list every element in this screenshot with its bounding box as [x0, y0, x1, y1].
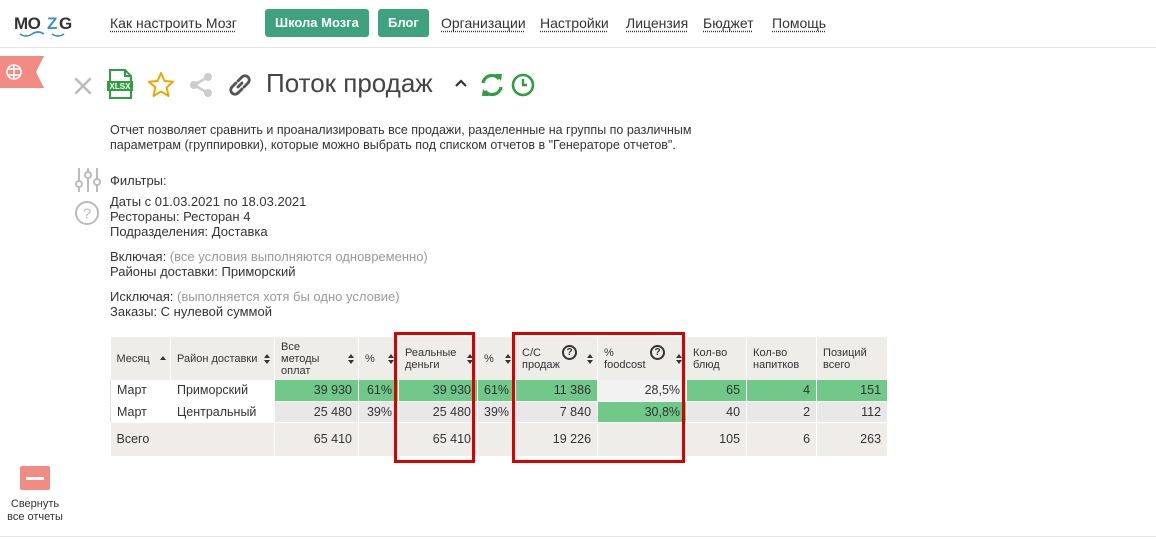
table-header-row: Месяц Район доставки Все методы оплат % …: [110, 337, 889, 380]
table-row: Март Приморский 39 930 61% 39 930 61% 11…: [110, 380, 889, 402]
cell-drinks: 4: [746, 380, 818, 402]
cell-total-drinks: 6: [746, 422, 818, 457]
sort-asc-icon: [160, 355, 166, 360]
svg-text:Z: Z: [47, 14, 57, 33]
filter-sliders-icon[interactable]: [74, 166, 102, 194]
sales-flow-table: Месяц Район доставки Все методы оплат % …: [110, 337, 889, 457]
filter-districts: Районы доставки: Приморский: [110, 264, 296, 279]
cell-drinks: 2: [746, 401, 818, 423]
cell-positions: 112: [816, 401, 889, 423]
filters-heading: Фильтры:: [110, 173, 167, 188]
col-header-district[interactable]: Район доставки: [170, 337, 275, 380]
cell-district: Центральный: [170, 401, 275, 423]
col-header-percent-1[interactable]: %: [358, 337, 399, 380]
bottom-divider: [0, 536, 1156, 537]
help-icon[interactable]: ?: [74, 200, 100, 226]
filter-dates: Даты с 01.03.2021 по 18.03.2021: [110, 194, 307, 209]
nav-link-how-to-setup[interactable]: Как настроить Мозг: [110, 15, 237, 31]
clock-icon[interactable]: [510, 72, 536, 98]
nav-link-settings[interactable]: Настройки: [540, 15, 609, 31]
filter-restaurants: Рестораны: Ресторан 4: [110, 209, 251, 224]
collapse-label-line1: Свернуть: [10, 498, 60, 510]
cell-percent-2: 61%: [477, 380, 517, 402]
cell-total-dishes: 105: [686, 422, 748, 457]
filters-panel: Фильтры: Даты с 01.03.2021 по 18.03.2021…: [110, 173, 428, 319]
xlsx-export-icon[interactable]: XLSX: [104, 68, 136, 100]
mozg-logo[interactable]: MO Z G: [14, 9, 76, 39]
share-icon[interactable]: [186, 70, 216, 100]
blog-button[interactable]: Блог: [378, 9, 429, 37]
report-description: Отчет позволяет сравнить и проанализиров…: [110, 123, 692, 152]
svg-text:?: ?: [83, 206, 91, 223]
cell-total-empty: [477, 422, 517, 457]
annotation-box-cost-foodcost: [512, 332, 685, 463]
col-header-dishes[interactable]: Кол-во блюд: [686, 337, 748, 380]
cell-percent-2: 39%: [477, 401, 517, 423]
sort-icon: [505, 353, 512, 364]
svg-text:XLSX: XLSX: [110, 82, 132, 91]
table-row: Март Центральный 25 480 39% 25 480 39% 7…: [110, 401, 889, 423]
nav-link-license[interactable]: Лицензия: [626, 15, 688, 31]
report-title: Поток продаж: [266, 68, 433, 98]
svg-text:G: G: [59, 14, 72, 33]
sort-icon: [264, 353, 270, 364]
top-navbar: MO Z G Как настроить Мозг Школа Мозга Бл…: [0, 0, 1156, 48]
nav-link-budget[interactable]: Бюджет: [703, 15, 754, 31]
cell-total-positions: 263: [816, 422, 889, 457]
col-header-positions[interactable]: Позиций всего: [816, 337, 889, 380]
nav-link-organizations[interactable]: Организации: [441, 15, 526, 31]
col-header-month[interactable]: Месяц: [110, 337, 171, 380]
cell-all-payments: 39 930: [274, 380, 359, 402]
filter-orders: Заказы: С нулевой суммой: [110, 304, 272, 319]
cell-percent-1: 39%: [358, 401, 399, 423]
cell-all-payments: 25 480: [274, 401, 359, 423]
cell-total-label: Всего: [110, 422, 275, 457]
cell-month: Март: [110, 380, 171, 402]
cell-percent-1: 61%: [358, 380, 399, 402]
refresh-icon[interactable]: [478, 71, 506, 99]
annotation-box-real-money: [394, 332, 475, 463]
close-icon[interactable]: [68, 70, 98, 100]
col-header-percent-2[interactable]: %: [477, 337, 517, 380]
cell-dishes: 40: [686, 401, 748, 423]
star-icon[interactable]: [146, 70, 176, 100]
col-header-all-payments[interactable]: Все методы оплат: [274, 337, 359, 380]
filter-exclude: Исключая: (выполняется хотя бы одно усло…: [110, 289, 400, 304]
school-button[interactable]: Школа Мозга: [265, 9, 369, 37]
nav-link-help[interactable]: Помощь: [772, 15, 826, 31]
cell-district: Приморский: [170, 380, 275, 402]
cell-dishes: 65: [686, 380, 748, 402]
collapse-all-button[interactable]: Свернуть все отчеты: [4, 466, 66, 524]
collapse-label-line2: все отчеты: [7, 511, 63, 523]
cell-total-all-payments: 65 410: [274, 422, 359, 457]
sort-icon: [348, 353, 354, 364]
minus-icon: [20, 466, 50, 490]
svg-text:MO: MO: [14, 14, 41, 33]
filter-include: Включая: (все условия выполняются одновр…: [110, 249, 428, 264]
brain-menu-tab[interactable]: [0, 56, 44, 88]
cell-month: Март: [110, 401, 171, 423]
cell-positions: 151: [816, 380, 889, 402]
table-total-row: Всего 65 410 65 410 19 226 105 6 263: [110, 422, 889, 457]
link-icon[interactable]: [225, 70, 255, 100]
filter-divisions: Подразделения: Доставка: [110, 224, 268, 239]
col-header-drinks[interactable]: Кол-во напитков: [746, 337, 818, 380]
chevron-up-icon[interactable]: [452, 74, 470, 92]
cell-total-empty: [358, 422, 399, 457]
